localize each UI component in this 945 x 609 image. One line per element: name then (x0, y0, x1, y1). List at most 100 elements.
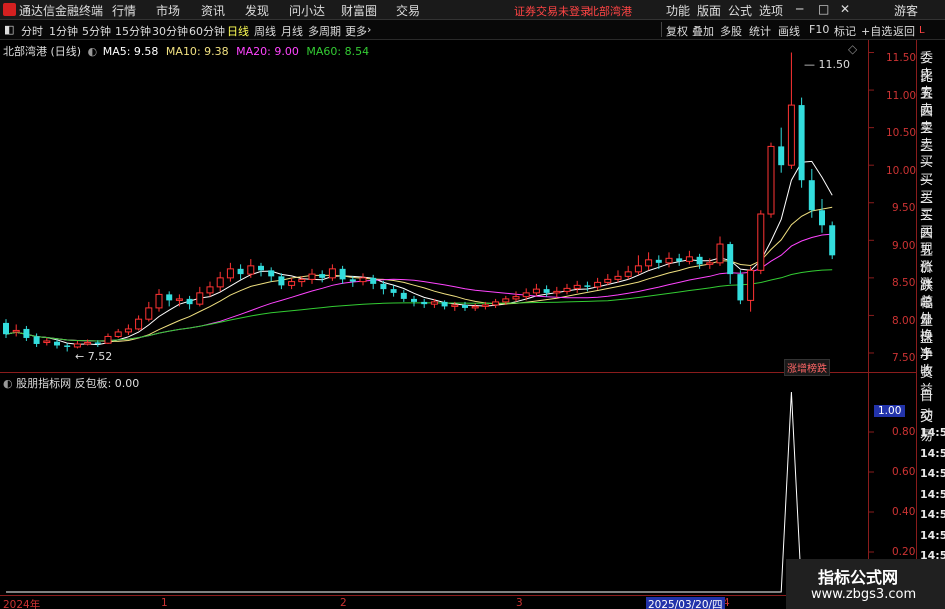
candle-body-down (655, 259, 662, 263)
menu-item-wealth[interactable]: 财富圈 (341, 2, 377, 19)
mark-button[interactable]: 标记 (834, 23, 856, 39)
restore-rights-button[interactable]: 复权 (666, 23, 688, 39)
candle-body-up (634, 265, 642, 273)
menu-item-trade[interactable]: 交易 (396, 2, 420, 19)
period-tab-monthly[interactable]: 月线 (281, 23, 303, 39)
user-label[interactable]: 游客 (894, 2, 918, 19)
side-panel-label: 14:56 (920, 528, 945, 542)
period-tab-minute[interactable]: 分时 (21, 23, 43, 39)
sub-current-value: 1.00 (874, 405, 906, 417)
candle-body-up (216, 277, 224, 288)
candle-body-up (359, 277, 367, 283)
period-tab-5min[interactable]: 5分钟 (82, 23, 111, 39)
candle-body-down (33, 336, 40, 344)
candle-body-down (278, 276, 285, 286)
candle-body-up (175, 298, 183, 301)
candle-body-down (349, 279, 356, 282)
side-panel-label: 14:56 (920, 467, 945, 480)
menu-item-options[interactable]: 选项 (759, 2, 783, 19)
candle-body-down (462, 304, 468, 308)
y-tick-1150: 11.50 (886, 52, 917, 64)
candle-body-up (430, 301, 438, 305)
menu-item-news[interactable]: 资讯 (201, 2, 225, 19)
sub-chart-title: 股朋指标网 反包板: 0.00 (16, 377, 140, 390)
app-logo-icon (3, 3, 16, 16)
menu-item-ask[interactable]: 问小达 (289, 2, 325, 19)
add-watchlist-button[interactable]: +自选 (861, 23, 892, 39)
candle-body-down (798, 105, 805, 181)
candle-body-down (268, 270, 275, 277)
candle-body-down (390, 289, 397, 293)
period-tab-weekly[interactable]: 周线 (254, 23, 276, 39)
candle-body-down (411, 298, 417, 302)
candle-body-up (553, 290, 561, 294)
candle-body-up (685, 256, 693, 262)
candle-body-up (522, 292, 530, 298)
legend-toggle-icon[interactable]: ◐ (3, 377, 13, 390)
rank-badge[interactable]: 涨增榜跌 (784, 359, 830, 376)
candle-body-up (604, 278, 612, 283)
f10-button[interactable]: F10 (809, 23, 829, 36)
stats-button[interactable]: 统计 (749, 23, 771, 39)
candle-body-up (645, 259, 653, 267)
candle-body-up (512, 296, 520, 300)
menu-item-discover[interactable]: 发现 (245, 2, 269, 19)
y-tick-1100: 11.00 (886, 90, 917, 102)
candle-body-up (716, 243, 724, 264)
candle-body-up (155, 293, 163, 309)
chevron-right-icon[interactable]: › (367, 23, 371, 36)
candle-body-up (247, 265, 255, 275)
candle-body-up (145, 307, 153, 320)
y-tick-900: 9.00 (892, 240, 916, 252)
candle-body-up (226, 268, 234, 279)
menu-item-market[interactable]: 行情 (112, 2, 136, 19)
candle-body-up (573, 284, 581, 289)
minimize-icon[interactable]: ─ (796, 2, 803, 16)
multi-stock-button[interactable]: 多股 (720, 23, 742, 39)
candle-body-up (124, 328, 132, 333)
menu-item-function[interactable]: 功能 (666, 2, 690, 19)
period-tab-more[interactable]: 更多 (345, 23, 367, 39)
sub-y-tick-060: 0.60 (892, 466, 916, 478)
candle-body-down (441, 301, 448, 307)
back-icon[interactable]: ◧ (4, 23, 14, 36)
period-tab-30min[interactable]: 30分钟 (152, 23, 188, 39)
candle-body-down (778, 146, 785, 166)
sub-chart-legend: ◐ 股朋指标网 反包板: 0.00 (3, 375, 139, 391)
login-status[interactable]: 证券交易未登录 (514, 3, 591, 19)
restore-icon[interactable]: □ (818, 2, 829, 16)
period-tab-daily[interactable]: 日线 (227, 23, 249, 39)
price-chart[interactable] (0, 40, 916, 609)
period-tab-15min[interactable]: 15分钟 (115, 23, 151, 39)
menu-item-formula[interactable]: 公式 (728, 2, 752, 19)
candle-body-down (400, 292, 407, 299)
side-panel-label: 14:56 (920, 487, 945, 501)
candle-body-down (808, 180, 815, 211)
candle-body-down (696, 256, 703, 265)
period-tab-multi[interactable]: 多周期 (308, 23, 341, 39)
time-label-feb: 2 (340, 597, 347, 609)
candle-body-up (532, 288, 540, 294)
period-tab-60min[interactable]: 60分钟 (189, 23, 225, 39)
return-button[interactable]: 返回 (893, 23, 915, 39)
level-badge: L (919, 25, 925, 36)
candle-body-down (166, 294, 173, 301)
side-panel-label: 14:56 (920, 508, 945, 521)
period-tab-1min[interactable]: 1分钟 (49, 23, 78, 39)
indicator-line (6, 391, 833, 593)
close-icon[interactable]: ✕ (840, 2, 850, 16)
ma5-line (5, 160, 833, 346)
sub-y-tick-040: 0.40 (892, 506, 916, 518)
time-label-jan: 1 (161, 597, 168, 609)
candle-body-down (380, 283, 387, 290)
candle-body-up (328, 268, 336, 279)
candle-body-up (196, 292, 204, 305)
draw-button[interactable]: 画线 (778, 23, 800, 39)
cursor-date-label: 2025/03/20/四 (646, 597, 725, 609)
time-label-2024: 2024年 (3, 599, 41, 609)
overlay-button[interactable]: 叠加 (692, 23, 714, 39)
menu-item-exchange[interactable]: 市场 (156, 2, 180, 19)
menu-item-layout[interactable]: 版面 (697, 2, 721, 19)
candle-body-down (54, 341, 60, 346)
candle-body-down (23, 328, 30, 338)
